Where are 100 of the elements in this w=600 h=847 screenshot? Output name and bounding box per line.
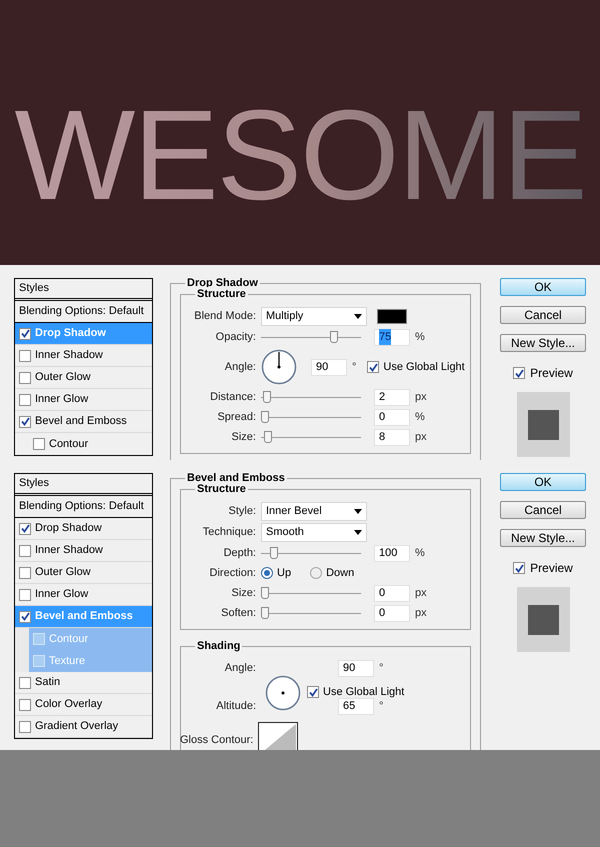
dialog-button[interactable]: New Style...: [500, 529, 586, 547]
field-label: Depth:: [222, 546, 256, 561]
check-icon: [514, 564, 524, 572]
checkbox[interactable]: [19, 372, 31, 384]
slider-thumb[interactable]: [261, 587, 269, 599]
slider-thumb[interactable]: [261, 411, 269, 423]
style-label: Gradient Overlay: [35, 719, 118, 734]
unit-label: px: [415, 606, 427, 621]
style-label: Contour: [49, 632, 88, 647]
styles-header[interactable]: Styles: [15, 474, 152, 496]
checkbox[interactable]: [19, 698, 31, 710]
dialog-button[interactable]: Cancel: [500, 501, 586, 519]
checkbox[interactable]: [33, 438, 45, 450]
field-label: Angle:: [224, 360, 256, 375]
checkbox[interactable]: [19, 394, 31, 406]
checkbox[interactable]: [19, 522, 31, 534]
checkbox[interactable]: [19, 544, 31, 556]
checkbox[interactable]: [513, 562, 526, 574]
checkbox-label: Use Global Light: [323, 684, 404, 700]
angle-dial[interactable]: [265, 675, 301, 711]
radio-label: Up: [277, 566, 292, 581]
dialog-button[interactable]: Cancel: [500, 306, 586, 324]
checkbox[interactable]: [19, 416, 31, 428]
preview-swatch: [516, 392, 570, 457]
slider-thumb[interactable]: [270, 547, 278, 559]
dialog-button[interactable]: OK: [500, 473, 586, 491]
slider-thumb[interactable]: [262, 391, 271, 403]
checkbox[interactable]: [19, 610, 31, 622]
unit-label: °: [379, 698, 384, 714]
radio-label: Down: [326, 566, 354, 581]
field-label: Direction:: [208, 566, 256, 581]
value-field[interactable]: 2: [374, 388, 410, 406]
value-field[interactable]: 75: [374, 328, 410, 346]
dialog-button[interactable]: New Style...: [500, 334, 586, 352]
style-item[interactable]: Bevel and Emboss: [15, 411, 152, 433]
style-item[interactable]: Color Overlay: [15, 694, 152, 716]
caret-icon: [354, 530, 362, 535]
value-field[interactable]: 90: [338, 660, 374, 676]
value-field[interactable]: 90: [311, 358, 347, 376]
value-field[interactable]: 0: [374, 584, 410, 602]
value-field[interactable]: 0: [374, 408, 410, 426]
checkbox[interactable]: [367, 361, 380, 373]
angle-dial[interactable]: [261, 349, 297, 385]
checkbox-label: Preview: [530, 365, 573, 382]
value-field[interactable]: 100: [374, 544, 410, 562]
checkbox[interactable]: [307, 686, 319, 698]
style-item[interactable]: Drop Shadow: [15, 518, 152, 540]
checkbox[interactable]: [19, 676, 31, 688]
unit-label: °: [352, 360, 356, 375]
unit-label: %: [415, 546, 425, 561]
style-item[interactable]: Outer Glow: [15, 367, 152, 389]
radio-button[interactable]: [310, 567, 322, 579]
value-field[interactable]: 65: [338, 698, 374, 714]
checkbox[interactable]: [513, 367, 526, 379]
style-label: Satin: [35, 675, 60, 690]
style-item[interactable]: Contour: [29, 433, 152, 455]
field-label: Blend Mode:: [193, 309, 256, 324]
style-label: Inner Shadow: [35, 348, 103, 364]
dropdown[interactable]: Multiply: [261, 307, 367, 326]
checkbox-label: Use Global Light: [383, 360, 465, 375]
style-item[interactable]: Inner Glow: [15, 389, 152, 411]
style-item[interactable]: Outer Glow: [15, 562, 152, 584]
color-swatch[interactable]: [377, 309, 407, 324]
dialog-button[interactable]: OK: [500, 278, 586, 296]
checkbox[interactable]: [19, 328, 31, 340]
value-field[interactable]: 0: [374, 604, 410, 622]
style-label: Bevel and Emboss: [35, 609, 133, 624]
styles-header[interactable]: Styles: [15, 279, 152, 301]
style-label: Inner Glow: [35, 587, 88, 602]
check-icon: [20, 329, 30, 338]
style-item[interactable]: Inner Shadow: [15, 540, 152, 562]
caret-icon: [354, 314, 362, 319]
style-item[interactable]: Gradient Overlay: [15, 716, 152, 738]
contour-preview[interactable]: [258, 722, 298, 750]
checkbox[interactable]: [19, 588, 31, 600]
slider-thumb[interactable]: [261, 607, 269, 619]
blending-options-item[interactable]: Blending Options: Default: [15, 496, 152, 518]
slider-thumb[interactable]: [264, 431, 272, 443]
checkbox[interactable]: [19, 720, 31, 732]
style-item[interactable]: Satin: [15, 672, 152, 694]
preview-swatch: [516, 587, 570, 652]
check-icon: [20, 612, 30, 621]
style-item[interactable]: Inner Shadow: [15, 345, 152, 367]
style-label: Drop Shadow: [35, 326, 106, 342]
style-label: Outer Glow: [35, 565, 91, 580]
field-label: Technique:: [202, 525, 256, 540]
field-label: Size:: [230, 586, 256, 601]
checkbox[interactable]: [19, 566, 31, 578]
value-field[interactable]: 8: [374, 428, 410, 446]
dropdown[interactable]: Smooth: [261, 523, 367, 542]
field-label: Angle:: [224, 660, 256, 676]
unit-label: %: [415, 410, 425, 425]
unit-label: °: [379, 660, 384, 676]
field-label: Size:: [230, 430, 256, 445]
slider-thumb[interactable]: [330, 331, 338, 343]
field-label: Distance:: [209, 390, 256, 405]
checkbox[interactable]: [19, 350, 31, 362]
field-label: Spread:: [216, 410, 256, 425]
radio-button[interactable]: [261, 567, 273, 579]
dropdown[interactable]: Inner Bevel: [261, 502, 367, 521]
